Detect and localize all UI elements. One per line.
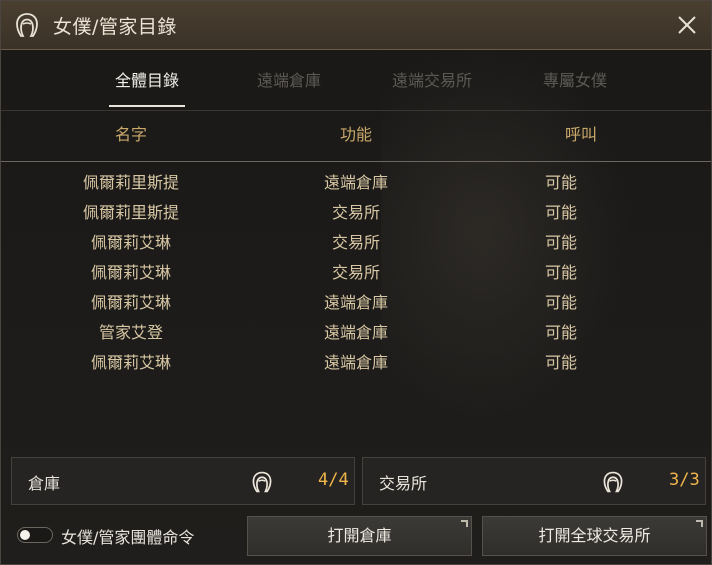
table-row[interactable]: 佩爾莉艾琳 遠端倉庫 可能	[1, 348, 711, 378]
maid-call-status: 可能	[544, 263, 577, 282]
maid-call-status: 可能	[544, 233, 577, 252]
group-command-toggle[interactable]	[17, 527, 53, 543]
table-row[interactable]: 佩爾莉艾琳 交易所 可能	[1, 228, 711, 258]
maid-head-icon	[13, 11, 41, 39]
header-divider	[1, 161, 711, 162]
tab-remote-warehouse[interactable]: 遠端倉庫	[251, 61, 327, 107]
maid-function: 遠端倉庫	[323, 323, 388, 342]
close-icon[interactable]	[673, 11, 701, 39]
maid-function: 遠端倉庫	[323, 173, 388, 192]
maid-head-icon	[250, 470, 274, 494]
title-bar[interactable]: 女僕/管家目錄	[1, 1, 711, 50]
maid-call-status: 可能	[544, 203, 577, 222]
tab-remote-market[interactable]: 遠端交易所	[387, 61, 477, 107]
table-row[interactable]: 管家艾登 遠端倉庫 可能	[1, 318, 711, 348]
tab-all-directory[interactable]: 全體目錄	[109, 61, 185, 107]
open-global-market-label: 打開全球交易所	[538, 526, 651, 545]
tab-bar: 全體目錄 遠端倉庫 遠端交易所 專屬女僕	[1, 61, 711, 111]
window-title: 女僕/管家目錄	[53, 16, 177, 38]
maid-name: 佩爾莉里斯提	[82, 173, 179, 192]
column-header-name: 名字	[114, 125, 147, 144]
maid-call-status: 可能	[544, 353, 577, 372]
maid-butler-window: 女僕/管家目錄 全體目錄 遠端倉庫 遠端交易所 專屬女僕 名字 功能 呼叫 佩爾…	[0, 0, 712, 565]
maid-head-icon	[601, 470, 625, 494]
column-header-function: 功能	[339, 125, 372, 144]
maid-function: 交易所	[331, 233, 380, 252]
maid-name: 佩爾莉里斯提	[82, 203, 179, 222]
maid-name: 佩爾莉艾琳	[90, 353, 171, 372]
maid-list: 佩爾莉里斯提 遠端倉庫 可能 佩爾莉里斯提 交易所 可能 佩爾莉艾琳 交易所 可…	[1, 168, 711, 378]
market-count: 3/3	[669, 470, 700, 490]
warehouse-summary-panel: 倉庫 4/4	[11, 457, 355, 505]
maid-function: 交易所	[331, 203, 380, 222]
column-header-call: 呼叫	[564, 125, 597, 144]
open-global-market-button[interactable]: 打開全球交易所	[482, 516, 707, 556]
maid-call-status: 可能	[544, 173, 577, 192]
open-warehouse-button[interactable]: 打開倉庫	[247, 516, 472, 556]
maid-call-status: 可能	[544, 323, 577, 342]
table-row[interactable]: 佩爾莉里斯提 交易所 可能	[1, 198, 711, 228]
maid-function: 遠端倉庫	[323, 293, 388, 312]
market-summary-panel: 交易所 3/3	[362, 457, 706, 505]
market-label: 交易所	[379, 474, 428, 493]
table-row[interactable]: 佩爾莉艾琳 遠端倉庫 可能	[1, 288, 711, 318]
group-command-label: 女僕/管家團體命令	[61, 528, 195, 547]
table-row[interactable]: 佩爾莉里斯提 遠端倉庫 可能	[1, 168, 711, 198]
maid-name: 佩爾莉艾琳	[90, 263, 171, 282]
warehouse-count: 4/4	[318, 470, 349, 490]
maid-name: 佩爾莉艾琳	[90, 233, 171, 252]
warehouse-label: 倉庫	[28, 474, 61, 493]
maid-function: 遠端倉庫	[323, 353, 388, 372]
maid-function: 交易所	[331, 263, 380, 282]
open-warehouse-label: 打開倉庫	[327, 526, 392, 545]
maid-name: 管家艾登	[98, 323, 163, 342]
maid-call-status: 可能	[544, 293, 577, 312]
expand-corner-icon	[696, 520, 703, 527]
tab-exclusive-maid[interactable]: 專屬女僕	[539, 61, 611, 107]
table-row[interactable]: 佩爾莉艾琳 交易所 可能	[1, 258, 711, 288]
expand-corner-icon	[461, 520, 468, 527]
tabs-divider	[1, 110, 711, 111]
toggle-knob	[20, 530, 30, 540]
maid-name: 佩爾莉艾琳	[90, 293, 171, 312]
